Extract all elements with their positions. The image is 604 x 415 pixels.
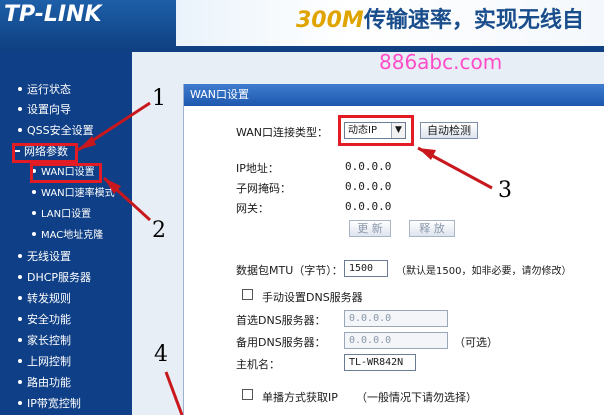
annotation-number-4: 4	[154, 342, 168, 367]
annotation-number-2: 2	[152, 218, 166, 243]
arrowhead-3	[418, 148, 436, 160]
annotation-number-1: 1	[152, 86, 166, 111]
annotation-number-3: 3	[498, 178, 512, 203]
arrowhead-1	[78, 136, 96, 150]
annotation-arrows	[77, 101, 493, 415]
arrow-4	[164, 371, 184, 415]
